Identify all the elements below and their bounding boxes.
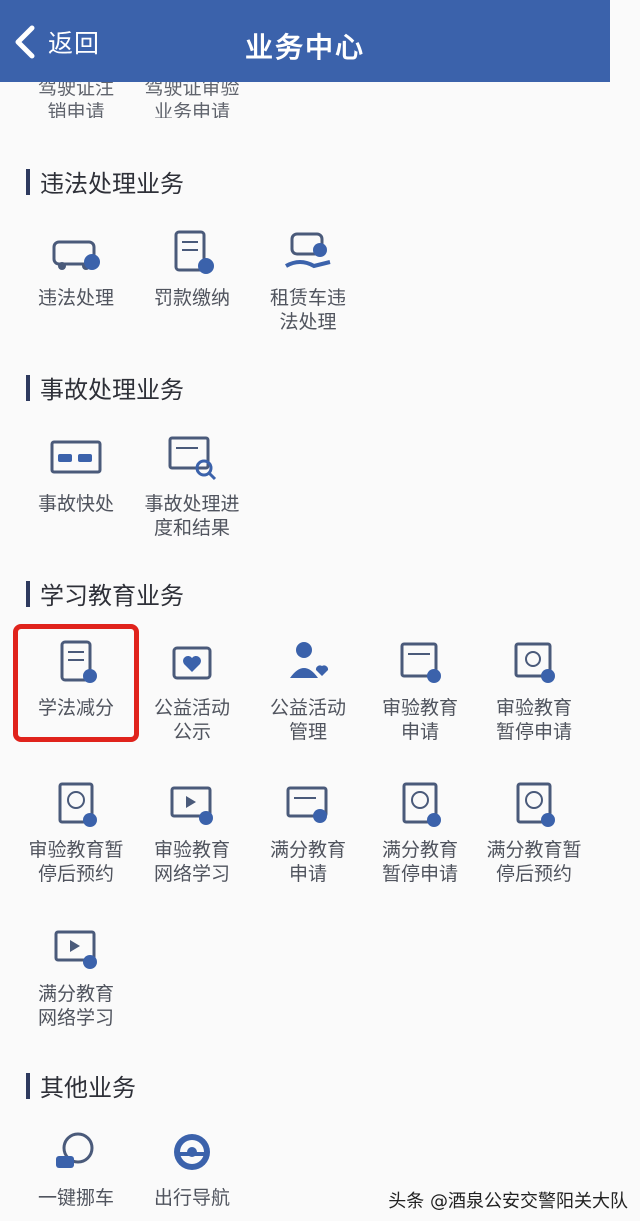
tile-label: 事故快处 (37, 493, 114, 515)
tile-review-edu-apply[interactable]: 审验教育 申请 (362, 638, 478, 744)
section-title-education: 学习教育业务 (26, 576, 184, 611)
tile-label: 审验教育 网络学习 (153, 839, 230, 885)
tile-full-score-pause[interactable]: 满分教育 暂停申请 (362, 780, 478, 886)
heart-board-icon (172, 646, 212, 680)
page-title: 业务中心 (244, 31, 365, 64)
tile-license-cancel[interactable]: 驾驶证注 销申请 (18, 82, 134, 118)
tile-fine-payment[interactable]: 罚款缴纳 (134, 228, 250, 310)
tile-label: 违法处理 (37, 287, 114, 309)
section-bar (26, 374, 30, 401)
tile-full-score-appointment[interactable]: 满分教育暂 停后预约 (476, 780, 592, 886)
pause-document-icon (402, 782, 441, 827)
tile-review-edu-appointment[interactable]: 审验教育暂 停后预约 (18, 780, 134, 886)
clock-calendar-icon (58, 782, 97, 827)
section-title-violation: 违法处理业务 (26, 164, 184, 199)
tile-label: 一键挪车 (37, 1187, 114, 1209)
section-bar (26, 580, 30, 607)
tile-violation-handle[interactable]: 违法处理 (18, 228, 134, 310)
tile-charity-manage[interactable]: 公益活动 管理 (250, 638, 366, 744)
tile-label: 满分教育暂 停后预约 (486, 839, 582, 885)
tile-full-score-apply[interactable]: 满分教育 申请 (250, 780, 366, 886)
section-bar (26, 168, 30, 195)
section-title-other: 其他业务 (26, 1068, 136, 1103)
watermark: 头条 @酒泉公安交警阳关大队 (388, 1191, 628, 1212)
top-bar: 返回 业务中心 (0, 0, 610, 82)
tile-label: 事故处理进 度和结果 (144, 493, 240, 539)
document-users-icon (286, 786, 328, 823)
clock-calendar-icon (516, 782, 555, 827)
volunteer-heart-icon (290, 642, 329, 678)
tile-full-score-online[interactable]: 满分教育 网络学习 (18, 924, 134, 1030)
tile-label: 罚款缴纳 (153, 287, 230, 309)
steering-wheel-icon (174, 1134, 210, 1170)
tile-label: 租赁车违 法处理 (269, 287, 346, 333)
tile-license-review[interactable]: 驾驶证审验 业务申请 (134, 82, 250, 118)
video-play-icon (170, 786, 213, 825)
tile-navigation[interactable]: 出行导航 (134, 1128, 250, 1210)
accident-search-icon (168, 436, 217, 481)
tile-rental-violation[interactable]: 租赁车违 法处理 (250, 228, 366, 334)
tile-label: 满分教育 申请 (269, 839, 346, 885)
tile-label: 满分教育 网络学习 (37, 983, 114, 1029)
tile-label: 审验教育 暂停申请 (495, 697, 572, 743)
tile-label: 公益活动 公示 (153, 697, 230, 743)
tile-label: 公益活动 管理 (269, 697, 346, 743)
tile-review-edu-online[interactable]: 审验教育 网络学习 (134, 780, 250, 886)
tile-label: 满分教育 暂停申请 (381, 839, 458, 885)
section-bar (26, 1072, 30, 1099)
document-badge-icon (400, 642, 441, 683)
move-car-icon (56, 1132, 94, 1168)
tile-review-edu-pause[interactable]: 审验教育 暂停申请 (476, 638, 592, 744)
accident-scene-icon (50, 440, 102, 474)
car-ticket-icon (52, 240, 100, 270)
tile-move-car[interactable]: 一键挪车 (18, 1128, 134, 1210)
clock-document-icon (514, 642, 555, 683)
tile-charity-public[interactable]: 公益活动 公示 (134, 638, 250, 744)
highlight-box (13, 624, 139, 742)
tile-accident-progress[interactable]: 事故处理进 度和结果 (134, 434, 250, 540)
section-title-accident: 事故处理业务 (26, 370, 184, 405)
rental-car-hand-icon (285, 232, 331, 269)
video-play-icon (54, 930, 97, 969)
tile-label: 审验教育 申请 (381, 697, 458, 743)
partial-row: 驾驶证注 销申请 驾驶证审验 业务申请 (18, 82, 258, 118)
tile-accident-quick[interactable]: 事故快处 (18, 434, 134, 516)
tile-label: 审验教育暂 停后预约 (28, 839, 124, 885)
fine-receipt-icon (174, 230, 214, 274)
tile-label: 出行导航 (153, 1187, 230, 1209)
